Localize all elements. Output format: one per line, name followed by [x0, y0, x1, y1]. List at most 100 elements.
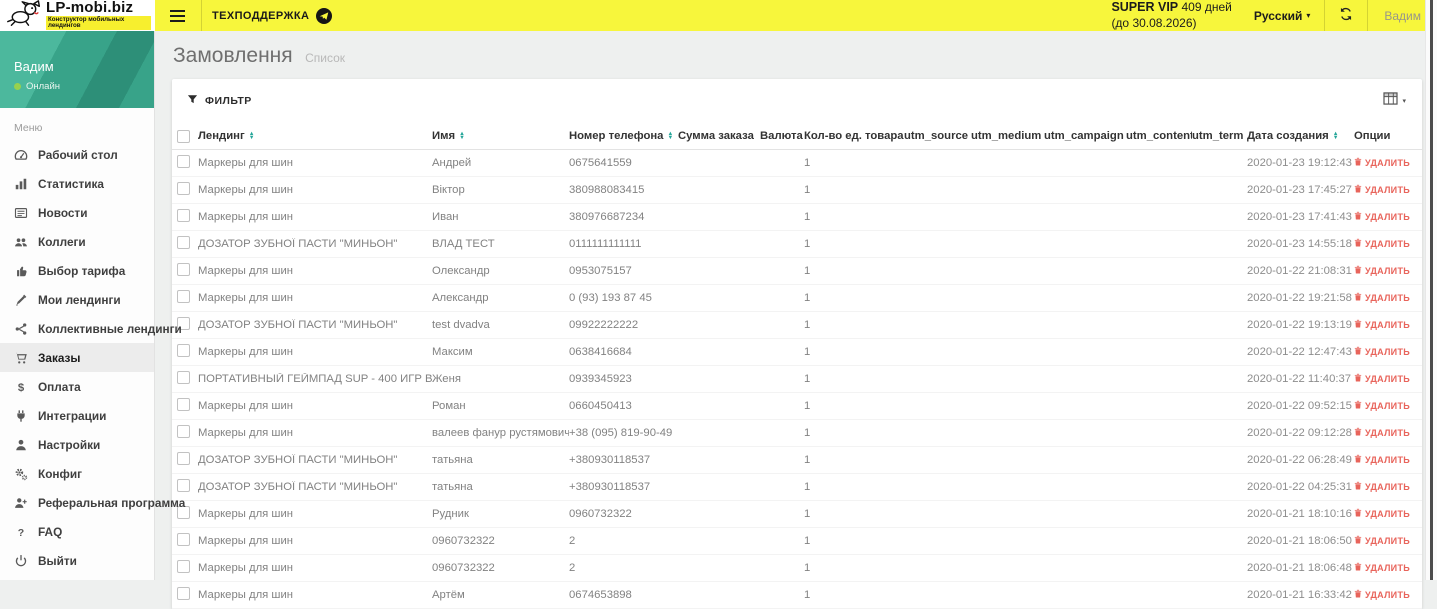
column-header[interactable]: utm_term ▲▼	[1192, 130, 1247, 142]
sidebar-item[interactable]: Конфиг	[0, 459, 154, 488]
users-icon	[14, 235, 28, 249]
logo[interactable]: LP-mobi.biz Конструктор мобильных лендин…	[0, 0, 155, 31]
column-header[interactable]: Имя ▲▼	[432, 130, 569, 142]
trash-icon	[1354, 562, 1362, 573]
delete-label: УДАЛИТЬ	[1365, 482, 1410, 492]
chevron-down-icon: ▾	[1306, 11, 1310, 20]
row-checkbox[interactable]	[177, 398, 190, 411]
row-checkbox[interactable]	[177, 182, 190, 195]
filter-button[interactable]: ФИЛЬТР	[187, 94, 252, 108]
row-checkbox[interactable]	[177, 209, 190, 222]
sidebar-item[interactable]: Реферальная программа	[0, 488, 154, 517]
sidebar-item[interactable]: Мои лендинги	[0, 285, 154, 314]
sidebar-item[interactable]: Настройки	[0, 430, 154, 459]
trash-icon	[1354, 400, 1362, 411]
orders-card: ФИЛЬТР ▾ Лендинг	[172, 79, 1422, 609]
cell-phone: 09922222222	[569, 319, 678, 331]
select-all-checkbox[interactable]	[177, 130, 190, 143]
sort-icon: ▲▼	[249, 132, 255, 141]
row-checkbox[interactable]	[177, 425, 190, 438]
landings-icon	[14, 293, 28, 307]
sidebar-item[interactable]: Статистика	[0, 169, 154, 198]
sidebar-item[interactable]: Интеграции	[0, 401, 154, 430]
delete-button[interactable]: УДАЛИТЬ	[1354, 481, 1410, 492]
delete-button[interactable]: УДАЛИТЬ	[1354, 427, 1410, 438]
trash-icon	[1354, 481, 1362, 492]
row-checkbox[interactable]	[177, 290, 190, 303]
cell-created: 2020-01-22 12:47:43	[1247, 346, 1354, 358]
row-checkbox[interactable]	[177, 560, 190, 573]
delete-button[interactable]: УДАЛИТЬ	[1354, 346, 1410, 357]
column-header[interactable]: Дата создания ▲▼	[1247, 130, 1354, 142]
sidebar-item-label: Выбор тарифа	[38, 264, 125, 278]
header-username[interactable]: Вадим	[1378, 9, 1427, 23]
sidebar-item[interactable]: Новости	[0, 198, 154, 227]
delete-button[interactable]: УДАЛИТЬ	[1354, 400, 1410, 411]
dashboard-icon	[14, 148, 28, 162]
cell-name: Максим	[432, 346, 569, 358]
delete-button[interactable]: УДАЛИТЬ	[1354, 508, 1410, 519]
delete-button[interactable]: УДАЛИТЬ	[1354, 265, 1410, 276]
sidebar-item[interactable]: ? FAQ	[0, 517, 154, 546]
delete-button[interactable]: УДАЛИТЬ	[1354, 454, 1410, 465]
sidebar-item[interactable]: Коллеги	[0, 227, 154, 256]
column-header[interactable]: Номер телефона ▲▼	[569, 130, 678, 142]
column-header-label: Лендинг	[198, 130, 245, 142]
column-header[interactable]: Сумма заказа ▲▼	[678, 130, 760, 142]
menu-toggle-button[interactable]	[163, 0, 191, 31]
delete-label: УДАЛИТЬ	[1365, 509, 1410, 519]
column-settings-button[interactable]: ▾	[1383, 92, 1406, 110]
column-header[interactable]: Опции ▲▼	[1354, 130, 1422, 142]
trash-icon	[1354, 427, 1362, 438]
sidebar-item[interactable]: Заказы	[0, 343, 154, 372]
column-header[interactable]: utm_medium ▲▼	[971, 130, 1044, 142]
delete-button[interactable]: УДАЛИТЬ	[1354, 373, 1410, 384]
row-checkbox[interactable]	[177, 533, 190, 546]
column-header-label: Опции	[1354, 130, 1390, 142]
support-link[interactable]: ТЕХПОДДЕРЖКА	[212, 8, 332, 24]
scrollbar-thumb[interactable]	[1430, 0, 1433, 580]
vertical-scrollbar[interactable]	[1425, 0, 1437, 580]
sidebar-item[interactable]: $ Оплата	[0, 372, 154, 401]
language-selector[interactable]: Русский ▾	[1254, 9, 1311, 23]
column-header[interactable]: utm_campaign ▲▼	[1044, 130, 1126, 142]
shared-icon	[14, 322, 28, 336]
row-checkbox[interactable]	[177, 452, 190, 465]
row-checkbox[interactable]	[177, 587, 190, 600]
delete-button[interactable]: УДАЛИТЬ	[1354, 535, 1410, 546]
delete-button[interactable]: УДАЛИТЬ	[1354, 157, 1410, 168]
row-checkbox[interactable]	[177, 155, 190, 168]
delete-button[interactable]: УДАЛИТЬ	[1354, 319, 1410, 330]
sidebar-item[interactable]: Коллективные лендинги	[0, 314, 154, 343]
sidebar-item[interactable]: Выбор тарифа	[0, 256, 154, 285]
cell-created: 2020-01-22 06:28:49	[1247, 454, 1354, 466]
cell-created: 2020-01-22 19:13:19	[1247, 319, 1354, 331]
delete-label: УДАЛИТЬ	[1365, 590, 1410, 600]
refresh-button[interactable]	[1335, 7, 1357, 24]
cell-landing: Маркеры для шин	[198, 589, 432, 601]
plan-days: 409 дней	[1181, 0, 1231, 14]
row-checkbox[interactable]	[177, 263, 190, 276]
column-header[interactable]: Лендинг ▲▼	[198, 130, 432, 142]
row-checkbox[interactable]	[177, 236, 190, 249]
delete-button[interactable]: УДАЛИТЬ	[1354, 184, 1410, 195]
delete-button[interactable]: УДАЛИТЬ	[1354, 238, 1410, 249]
column-header[interactable]: utm_source ▲▼	[904, 130, 971, 142]
sidebar-item[interactable]: Выйти	[0, 546, 154, 575]
sidebar-item[interactable]: Рабочий стол	[0, 140, 154, 169]
column-header-label: utm_source	[904, 130, 968, 142]
cell-name: 0960732322	[432, 562, 569, 574]
column-header[interactable]: utm_content ▲▼	[1126, 130, 1192, 142]
delete-button[interactable]: УДАЛИТЬ	[1354, 211, 1410, 222]
row-checkbox[interactable]	[177, 479, 190, 492]
delete-button[interactable]: УДАЛИТЬ	[1354, 292, 1410, 303]
column-header-label: utm_content	[1126, 130, 1192, 142]
column-header[interactable]: Кол-во ед. товара ▲▼	[804, 130, 904, 142]
delete-button[interactable]: УДАЛИТЬ	[1354, 562, 1410, 573]
delete-button[interactable]: УДАЛИТЬ	[1354, 589, 1410, 600]
column-header[interactable]: Валюта ▲▼	[760, 130, 804, 142]
trash-icon	[1354, 184, 1362, 195]
row-checkbox[interactable]	[177, 344, 190, 357]
cell-name: Александр	[432, 292, 569, 304]
row-checkbox[interactable]	[177, 371, 190, 384]
